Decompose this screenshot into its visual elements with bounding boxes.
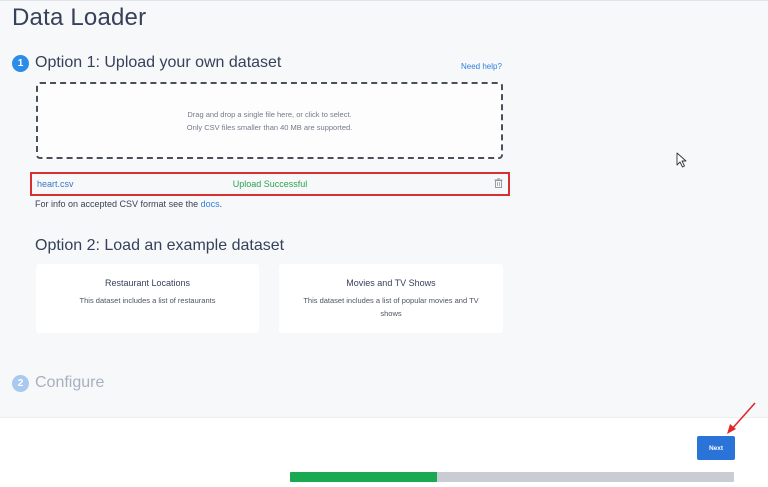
top-divider (0, 0, 768, 1)
option-1-title: Option 1: Upload your own dataset (35, 54, 282, 71)
need-help-link[interactable]: Need help? (461, 62, 502, 71)
format-info-text: For info on accepted CSV format see the (35, 199, 199, 209)
card-title: Restaurant Locations (104, 278, 191, 288)
step-number-badge: 1 (12, 54, 29, 72)
dropzone-limit-note: Only CSV files smaller than 40 MB are su… (186, 122, 353, 132)
card-title: Movies and TV Shows (346, 278, 436, 288)
mouse-cursor-icon (676, 152, 687, 168)
configure-title: Configure (35, 374, 105, 391)
card-description: This dataset includes a list of restaura… (79, 296, 216, 305)
red-arrow-annotation-icon (727, 402, 756, 434)
uploaded-file-row: heart.csv Upload Successful (30, 172, 510, 196)
option-2-title: Option 2: Load an example dataset (35, 237, 285, 254)
example-dataset-card-movies[interactable]: Movies and TV Shows This dataset include… (279, 264, 503, 333)
file-dropzone[interactable]: Drag and drop a single file here, or cli… (36, 82, 503, 159)
step-number-badge: 2 (12, 374, 29, 392)
step-option-1: 1 Option 1: Upload your own dataset (12, 54, 281, 72)
dropzone-instruction: Drag and drop a single file here, or cli… (187, 109, 352, 119)
docs-link[interactable]: docs (201, 199, 220, 209)
upload-status: Upload Successful (232, 179, 308, 189)
example-dataset-card-restaurants[interactable]: Restaurant Locations This dataset includ… (36, 264, 259, 333)
csv-format-info: For info on accepted CSV format see the … (35, 199, 222, 209)
next-button[interactable]: Next (697, 436, 735, 460)
progress-bar (290, 472, 734, 482)
page-title: Data Loader (12, 4, 147, 31)
progress-bar-fill (290, 472, 437, 482)
step-configure[interactable]: 2 Configure (12, 374, 104, 392)
format-info-suffix: . (219, 199, 223, 209)
card-description: This dataset includes a list of popular … (303, 296, 479, 318)
trash-icon[interactable] (494, 178, 503, 188)
